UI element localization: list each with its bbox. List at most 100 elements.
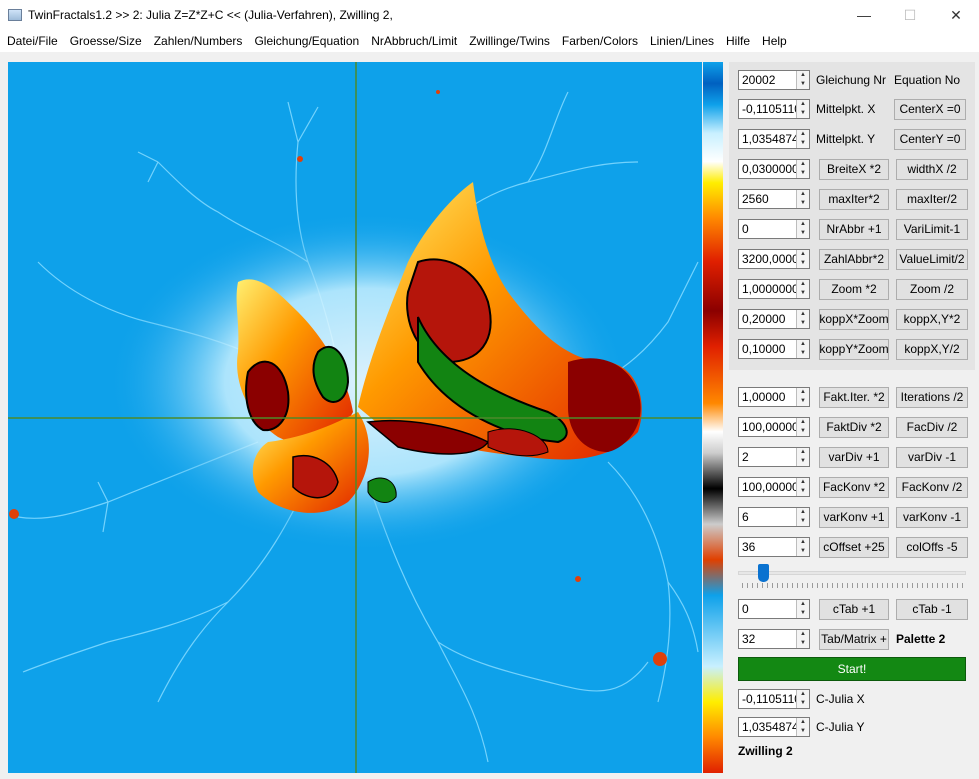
cjulia-y-spinbox[interactable]: 1,03548740 ▲ ▼ xyxy=(738,717,810,737)
param-row-cjulia-x: -0,1105110 ▲ ▼ C-Julia X xyxy=(738,688,865,710)
varilimit-minus-button[interactable]: VariLimit-1 xyxy=(896,218,968,240)
spin-value: -0,1105110 xyxy=(742,102,801,116)
ctab-minus-button[interactable]: cTab -1 xyxy=(896,598,968,620)
menu-twins[interactable]: Zwillinge/Twins xyxy=(465,34,558,48)
spin-value: 0,20000 xyxy=(742,312,786,326)
nrabbr-spinbox[interactable]: 0 ▲ ▼ xyxy=(738,219,810,239)
iterations-half-button[interactable]: Iterations /2 xyxy=(896,386,968,408)
faktdiv-spinbox[interactable]: 100,00000 ▲ ▼ xyxy=(738,417,810,437)
spin-arrows[interactable]: ▲ ▼ xyxy=(796,130,809,148)
vardiv-minus-button[interactable]: varDiv -1 xyxy=(896,446,968,468)
koppy-spinbox[interactable]: 0,10000 ▲ ▼ xyxy=(738,339,810,359)
slider-thumb[interactable] xyxy=(758,564,769,582)
varkonv-spinbox[interactable]: 6 ▲ ▼ xyxy=(738,507,810,527)
vardiv-spinbox[interactable]: 2 ▲ ▼ xyxy=(738,447,810,467)
coffset-plus-button[interactable]: cOffset +25 xyxy=(819,536,889,558)
coffset-spinbox[interactable]: 36 ▲ ▼ xyxy=(738,537,810,557)
spin-arrows[interactable]: ▲ ▼ xyxy=(796,100,809,118)
center-x-spinbox[interactable]: -0,1105110 ▲ ▼ xyxy=(738,99,810,119)
spin-value: 0 xyxy=(742,602,749,616)
fackonv-spinbox[interactable]: 100,00000 ▲ ▼ xyxy=(738,477,810,497)
spin-arrows[interactable]: ▲ ▼ xyxy=(796,478,809,496)
spin-arrows[interactable]: ▲ ▼ xyxy=(796,310,809,328)
spin-arrows[interactable]: ▲ ▼ xyxy=(796,600,809,618)
spin-arrows[interactable]: ▲ ▼ xyxy=(796,340,809,358)
zahlabbr-double-button[interactable]: ZahlAbbr*2 xyxy=(819,248,889,270)
fakt-iter-double-button[interactable]: Fakt.Iter. *2 xyxy=(819,386,889,408)
menu-help[interactable]: Help xyxy=(758,34,795,48)
start-button[interactable]: Start! xyxy=(738,657,966,681)
spin-arrows[interactable]: ▲ ▼ xyxy=(796,508,809,526)
spin-arrows[interactable]: ▲ ▼ xyxy=(796,160,809,178)
zahlabbr-spinbox[interactable]: 3200,0000 ▲ ▼ xyxy=(738,249,810,269)
koppxy-half-button[interactable]: koppX,Y/2 xyxy=(896,338,968,360)
spin-arrows[interactable]: ▲ ▼ xyxy=(796,388,809,406)
menu-colors[interactable]: Farben/Colors xyxy=(558,34,646,48)
vardiv-plus-button[interactable]: varDiv +1 xyxy=(819,446,889,468)
center-x-reset-button[interactable]: CenterX =0 xyxy=(894,98,966,120)
menu-equation[interactable]: Gleichung/Equation xyxy=(250,34,367,48)
maxiter-double-button[interactable]: maxIter*2 xyxy=(819,188,889,210)
spin-arrows[interactable]: ▲ ▼ xyxy=(796,220,809,238)
palette-label: Palette 2 xyxy=(896,632,946,646)
spin-arrows[interactable]: ▲ ▼ xyxy=(796,448,809,466)
fackonv-double-button[interactable]: FacKonv *2 xyxy=(819,476,889,498)
spin-arrows[interactable]: ▲ ▼ xyxy=(796,190,809,208)
maxiter-spinbox[interactable]: 2560 ▲ ▼ xyxy=(738,189,810,209)
width-spinbox[interactable]: 0,0300000 ▲ ▼ xyxy=(738,159,810,179)
menu-size[interactable]: Groesse/Size xyxy=(66,34,150,48)
param-row-vardiv: 2 ▲ ▼ varDiv +1 varDiv -1 xyxy=(738,446,968,468)
koppx-zoom-button[interactable]: koppX*Zoom xyxy=(819,308,889,330)
spin-arrows[interactable]: ▲ ▼ xyxy=(796,418,809,436)
fackonv-half-button[interactable]: FacKonv /2 xyxy=(896,476,968,498)
facdiv-half-button[interactable]: FacDiv /2 xyxy=(896,416,968,438)
ctab-plus-button[interactable]: cTab +1 xyxy=(819,598,889,620)
koppxy-double-button[interactable]: koppX,Y*2 xyxy=(896,308,968,330)
slider-track[interactable] xyxy=(738,571,966,575)
width-half-button[interactable]: widthX /2 xyxy=(896,158,968,180)
menu-limit[interactable]: NrAbbruch/Limit xyxy=(367,34,465,48)
varkonv-plus-button[interactable]: varKonv +1 xyxy=(819,506,889,528)
menu-lines[interactable]: Linien/Lines xyxy=(646,34,722,48)
cjulia-x-spinbox[interactable]: -0,1105110 ▲ ▼ xyxy=(738,689,810,709)
koppx-spinbox[interactable]: 0,20000 ▲ ▼ xyxy=(738,309,810,329)
zoom-half-button[interactable]: Zoom /2 xyxy=(896,278,968,300)
equation-number-spinbox[interactable]: 20002 ▲ ▼ xyxy=(738,70,810,90)
spin-arrows[interactable]: ▲ ▼ xyxy=(796,718,809,736)
tab-spinbox[interactable]: 32 ▲ ▼ xyxy=(738,629,810,649)
spin-arrows[interactable]: ▲ ▼ xyxy=(796,630,809,648)
minimize-button[interactable]: — xyxy=(841,0,887,30)
ctab-spinbox[interactable]: 0 ▲ ▼ xyxy=(738,599,810,619)
fractal-canvas[interactable] xyxy=(8,62,702,773)
fakt-iter-spinbox[interactable]: 1,00000 ▲ ▼ xyxy=(738,387,810,407)
spin-arrows[interactable]: ▲ ▼ xyxy=(796,538,809,556)
spin-value: 100,00000 xyxy=(742,480,799,494)
maxiter-half-button[interactable]: maxIter/2 xyxy=(896,188,968,210)
tab-matrix-button[interactable]: Tab/Matrix + xyxy=(819,628,889,650)
valuelimit-half-button[interactable]: ValueLimit/2 xyxy=(896,248,968,270)
center-y-reset-button[interactable]: CenterY =0 xyxy=(894,128,966,150)
center-y-spinbox[interactable]: 1,03548740 ▲ ▼ xyxy=(738,129,810,149)
faktdiv-double-button[interactable]: FaktDiv *2 xyxy=(819,416,889,438)
zoom-spinbox[interactable]: 1,0000000 ▲ ▼ xyxy=(738,279,810,299)
spin-arrows[interactable]: ▲ ▼ xyxy=(796,71,809,89)
spin-arrows[interactable]: ▲ ▼ xyxy=(796,250,809,268)
menu-file[interactable]: Datei/File xyxy=(3,34,66,48)
spin-arrows[interactable]: ▲ ▼ xyxy=(796,280,809,298)
color-offset-slider[interactable] xyxy=(738,563,966,589)
menu-numbers[interactable]: Zahlen/Numbers xyxy=(150,34,251,48)
varkonv-minus-button[interactable]: varKonv -1 xyxy=(896,506,968,528)
koppy-zoom-button[interactable]: koppY*Zoom xyxy=(819,338,889,360)
spin-arrows[interactable]: ▲ ▼ xyxy=(796,690,809,708)
maximize-button[interactable]: ☐ xyxy=(887,0,933,30)
menu-hilfe[interactable]: Hilfe xyxy=(722,34,758,48)
width-double-button[interactable]: BreiteX *2 xyxy=(819,158,889,180)
coloffs-minus-button[interactable]: colOffs -5 xyxy=(896,536,968,558)
spin-value: 2 xyxy=(742,450,749,464)
app-icon xyxy=(8,9,22,21)
twin-label: Zwilling 2 xyxy=(738,744,793,758)
close-button[interactable]: ✕ xyxy=(933,0,979,30)
window-title: TwinFractals1.2 >> 2: Julia Z=Z*Z+C << (… xyxy=(28,8,393,22)
nrabbr-plus-button[interactable]: NrAbbr +1 xyxy=(819,218,889,240)
zoom-double-button[interactable]: Zoom *2 xyxy=(819,278,889,300)
